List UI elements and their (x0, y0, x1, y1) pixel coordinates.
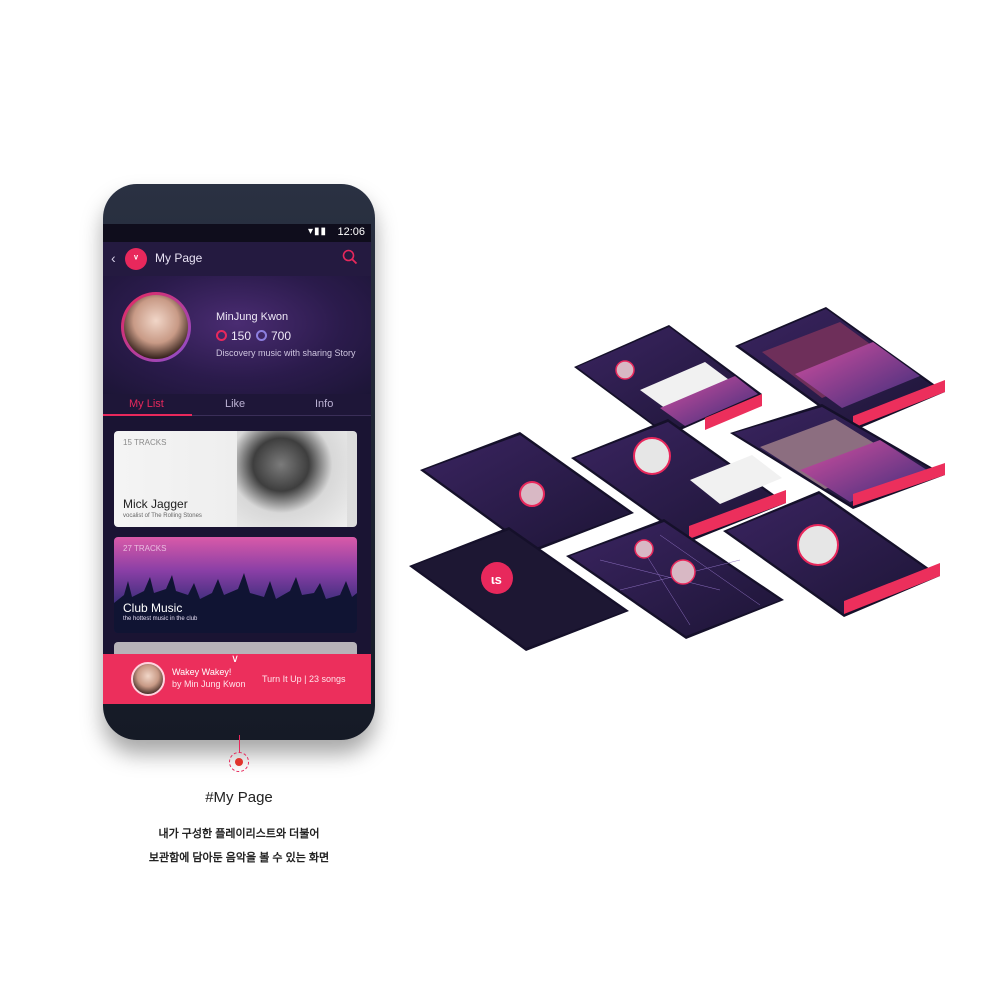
svg-text:ɩs: ɩs (491, 572, 502, 587)
mockup-screen (735, 307, 945, 431)
isometric-mockups: ɩs (409, 307, 945, 651)
